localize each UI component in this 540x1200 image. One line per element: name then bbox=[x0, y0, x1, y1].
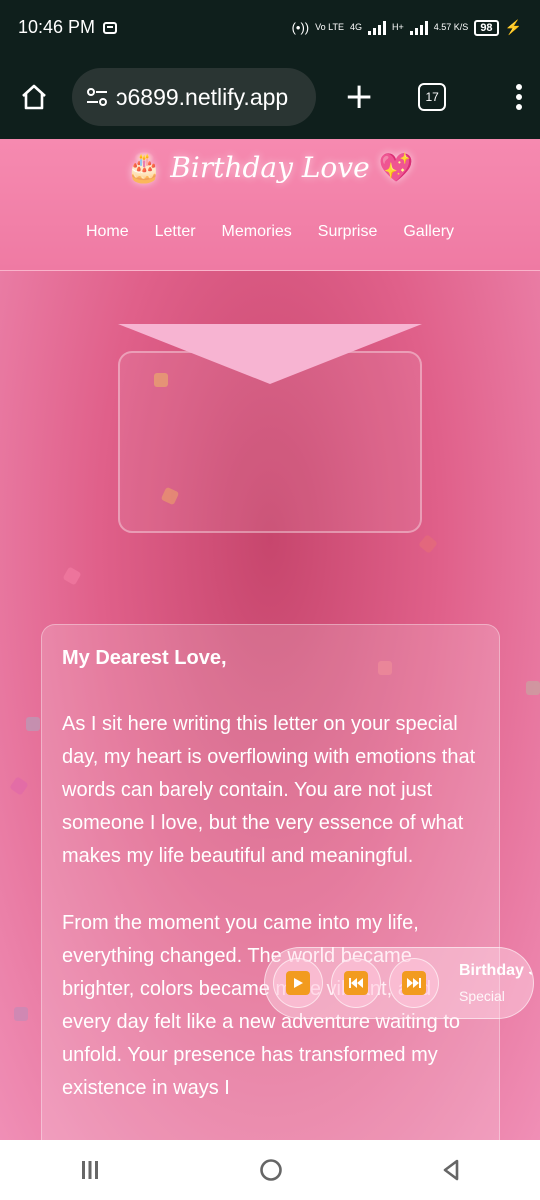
home-icon[interactable] bbox=[14, 77, 54, 117]
next-track-icon bbox=[407, 978, 421, 988]
music-player: Birthday Song Special bbox=[264, 947, 534, 1019]
track-title: Birthday Song bbox=[459, 962, 533, 979]
tab-switcher-button[interactable]: 17 bbox=[418, 83, 447, 111]
browser-toolbar: ɔ6899.netlify.app + 17 bbox=[0, 55, 540, 139]
network-type-2: H+ bbox=[392, 22, 404, 32]
signal-bars-icon bbox=[368, 20, 387, 35]
confetti-piece bbox=[62, 566, 82, 586]
nav-letter[interactable]: Letter bbox=[155, 223, 196, 241]
next-track-button[interactable] bbox=[389, 958, 439, 1008]
nav-home[interactable]: Home bbox=[86, 223, 129, 241]
battery-icon: 98 bbox=[474, 19, 499, 36]
letter-greeting: My Dearest Love, bbox=[62, 647, 227, 669]
sparkling-heart-icon: 💖 bbox=[378, 151, 414, 184]
signal-bars-icon-2 bbox=[409, 20, 428, 35]
network-speed: 4.57 K/S bbox=[433, 22, 469, 32]
confetti-piece bbox=[26, 717, 40, 731]
charging-icon: ⚡ bbox=[504, 19, 522, 35]
volte-indicator: Vo LTE bbox=[315, 22, 344, 32]
site-nav: Home Letter Memories Surprise Gallery bbox=[0, 223, 540, 241]
hotspot-icon: (•)) bbox=[291, 20, 310, 35]
play-button[interactable] bbox=[273, 958, 323, 1008]
status-bar: 10:46 PM (•)) Vo LTE 4G H+ 4.57 K/S 98 ⚡ bbox=[0, 0, 540, 55]
birthday-cake-icon: 🎂 bbox=[126, 151, 162, 184]
recent-apps-icon[interactable] bbox=[78, 1159, 102, 1181]
site-settings-icon[interactable] bbox=[86, 88, 108, 106]
home-nav-icon[interactable] bbox=[258, 1157, 284, 1183]
status-time: 10:46 PM bbox=[18, 17, 96, 37]
love-letter-card: My Dearest Love, As I sit here writing t… bbox=[41, 624, 500, 1140]
play-icon bbox=[294, 978, 303, 988]
site-brand[interactable]: 🎂 Birthday Love 💖 bbox=[0, 151, 540, 184]
more-menu-icon[interactable] bbox=[516, 84, 522, 110]
confetti-piece bbox=[526, 681, 540, 695]
previous-track-icon bbox=[349, 978, 363, 988]
site-header: 🎂 Birthday Love 💖 Home Letter Memories S… bbox=[0, 139, 540, 271]
page-content: 🎂 Birthday Love 💖 Home Letter Memories S… bbox=[0, 139, 540, 1140]
confetti-piece bbox=[418, 534, 438, 554]
system-nav-bar bbox=[0, 1140, 540, 1200]
status-indicators: (•)) Vo LTE 4G H+ 4.57 K/S 98 ⚡ bbox=[292, 19, 522, 36]
confetti-piece bbox=[154, 373, 168, 387]
confetti-piece bbox=[14, 1007, 28, 1021]
url-text: ɔ6899.netlify.app bbox=[116, 83, 289, 110]
nav-gallery[interactable]: Gallery bbox=[403, 223, 454, 241]
track-info: Birthday Song Special bbox=[459, 962, 533, 1004]
confetti-piece bbox=[9, 776, 29, 796]
network-type-1: 4G bbox=[350, 22, 363, 32]
nav-surprise[interactable]: Surprise bbox=[318, 223, 378, 241]
back-icon[interactable] bbox=[440, 1158, 462, 1182]
track-subtitle: Special bbox=[459, 988, 505, 1004]
new-tab-icon[interactable]: + bbox=[344, 79, 374, 115]
message-notification-icon bbox=[103, 21, 118, 34]
letter-paragraph: As I sit here writing this letter on you… bbox=[62, 713, 476, 867]
brand-text: Birthday Love bbox=[170, 151, 370, 184]
nav-memories[interactable]: Memories bbox=[222, 223, 292, 241]
address-bar[interactable]: ɔ6899.netlify.app bbox=[72, 68, 316, 126]
previous-track-button[interactable] bbox=[331, 958, 381, 1008]
